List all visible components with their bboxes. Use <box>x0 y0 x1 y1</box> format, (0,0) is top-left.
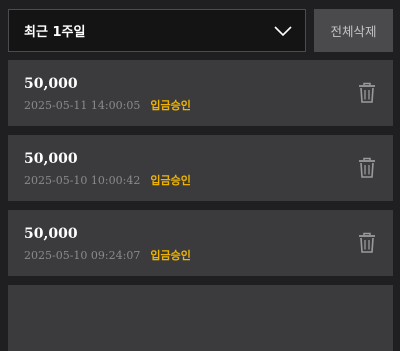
delete-all-label: 전체삭제 <box>330 24 377 39</box>
chevron-down-icon <box>274 25 292 36</box>
history-datetime: 2025-05-11 14:00:05 <box>24 98 141 112</box>
history-datetime: 2025-05-10 09:24:07 <box>24 248 141 262</box>
status-badge: 입금승인 <box>150 249 191 262</box>
trash-icon[interactable] <box>357 232 377 254</box>
status-badge: 입금승인 <box>150 174 191 187</box>
trash-icon[interactable] <box>357 157 377 179</box>
history-item: 50,000 2025-05-11 14:00:05 입금승인 <box>8 60 393 126</box>
history-item: 50,000 2025-05-10 09:24:07 입금승인 <box>8 210 393 276</box>
trash-icon[interactable] <box>357 82 377 104</box>
period-filter-select[interactable]: 최근 1주일 <box>8 9 306 52</box>
history-item <box>8 285 393 351</box>
history-amount: 50,000 <box>24 151 78 167</box>
period-filter-value: 최근 1주일 <box>24 25 86 40</box>
history-amount: 50,000 <box>24 226 78 242</box>
history-item: 50,000 2025-05-10 10:00:42 입금승인 <box>8 135 393 201</box>
history-datetime: 2025-05-10 10:00:42 <box>24 173 141 187</box>
status-badge: 입금승인 <box>150 99 191 112</box>
history-amount: 50,000 <box>24 76 78 92</box>
delete-all-button[interactable]: 전체삭제 <box>314 9 393 52</box>
